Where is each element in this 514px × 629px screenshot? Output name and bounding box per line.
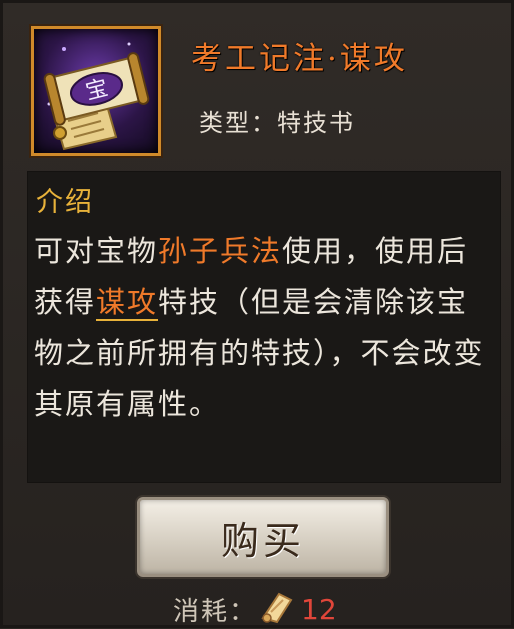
scroll-item-icon-graphic: 宝	[43, 42, 150, 151]
scroll-item-icon: 宝	[31, 26, 161, 156]
cost-row: 消耗： 12	[173, 589, 337, 629]
cost-label: 消耗：	[173, 596, 258, 627]
item-type-value: 特技书	[277, 109, 355, 137]
description-part-1: 可对宝物	[34, 234, 159, 268]
buy-button-label: 购买	[220, 518, 305, 563]
buy-button[interactable]: 购买	[137, 497, 389, 577]
description-panel: 介绍 可对宝物孙子兵法使用，使用后获得谋攻特技（但是会清除该宝物之前所拥有的特技…	[27, 171, 501, 483]
description-heading: 介绍	[36, 187, 94, 218]
scroll-currency-icon	[257, 590, 297, 628]
item-name: 考工记注·谋攻	[191, 41, 408, 77]
item-type-label: 类型：	[199, 109, 277, 137]
item-tooltip-panel: 宝 考工记注·谋攻 类型：特技书 介绍 可对宝物孙子兵法使用，使用后获得谋攻特技…	[0, 0, 514, 628]
cost-value: 12	[301, 592, 337, 626]
skill-name-link[interactable]: 谋攻	[96, 285, 159, 321]
description-text: 可对宝物孙子兵法使用，使用后获得谋攻特技（但是会清除该宝物之前所拥有的特技），不…	[34, 226, 496, 430]
item-type-line: 类型：特技书	[199, 103, 355, 138]
target-item-name: 孙子兵法	[158, 234, 283, 268]
